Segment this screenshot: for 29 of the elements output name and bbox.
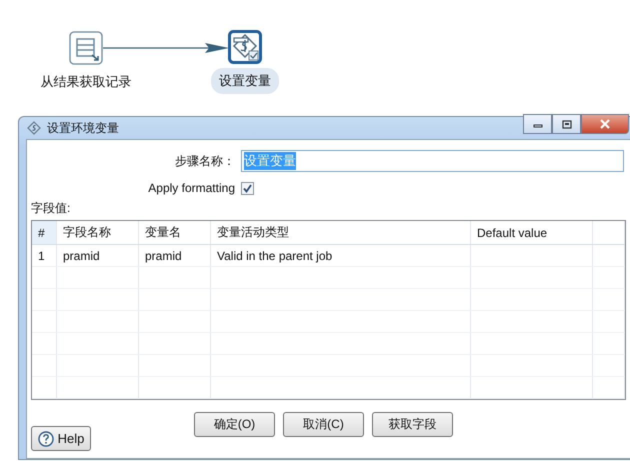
- column-header[interactable]: Default value: [471, 221, 593, 244]
- column-header[interactable]: #: [32, 221, 57, 244]
- maximize-button[interactable]: [552, 114, 581, 134]
- dialog-button[interactable]: 取消(C): [283, 412, 364, 437]
- table-cell: pramid: [139, 245, 211, 266]
- apply-formatting-label: Apply formatting: [147, 181, 236, 195]
- help-button[interactable]: Help: [31, 426, 91, 451]
- table-icon[interactable]: [69, 31, 103, 65]
- apply-formatting-checkbox[interactable]: [241, 182, 254, 194]
- column-header[interactable]: 变量活动类型: [211, 221, 471, 244]
- table-cell: 1: [32, 245, 57, 266]
- dialog-button[interactable]: 获取字段: [372, 412, 453, 437]
- fields-label: 字段值:: [31, 200, 72, 217]
- step-name-label: 步骤名称：: [174, 152, 236, 170]
- step-label: 设置变量: [211, 68, 279, 94]
- column-header[interactable]: 变量名: [139, 221, 211, 244]
- maximize-icon: [562, 120, 572, 128]
- table-cell: pramid: [57, 245, 139, 266]
- minimize-button[interactable]: [523, 114, 552, 134]
- column-header[interactable]: 字段名称: [57, 221, 139, 244]
- close-button[interactable]: [581, 114, 629, 134]
- step-label: 从结果获取记录: [40, 73, 132, 91]
- close-icon: [599, 119, 611, 129]
- help-icon: [38, 430, 54, 446]
- variable-icon: [27, 121, 41, 135]
- variable-icon[interactable]: [228, 30, 262, 64]
- window-title: 设置环境变量: [47, 120, 119, 136]
- table-cell: Valid in the parent job: [211, 245, 471, 266]
- dialog-button[interactable]: 确定(O): [194, 412, 275, 437]
